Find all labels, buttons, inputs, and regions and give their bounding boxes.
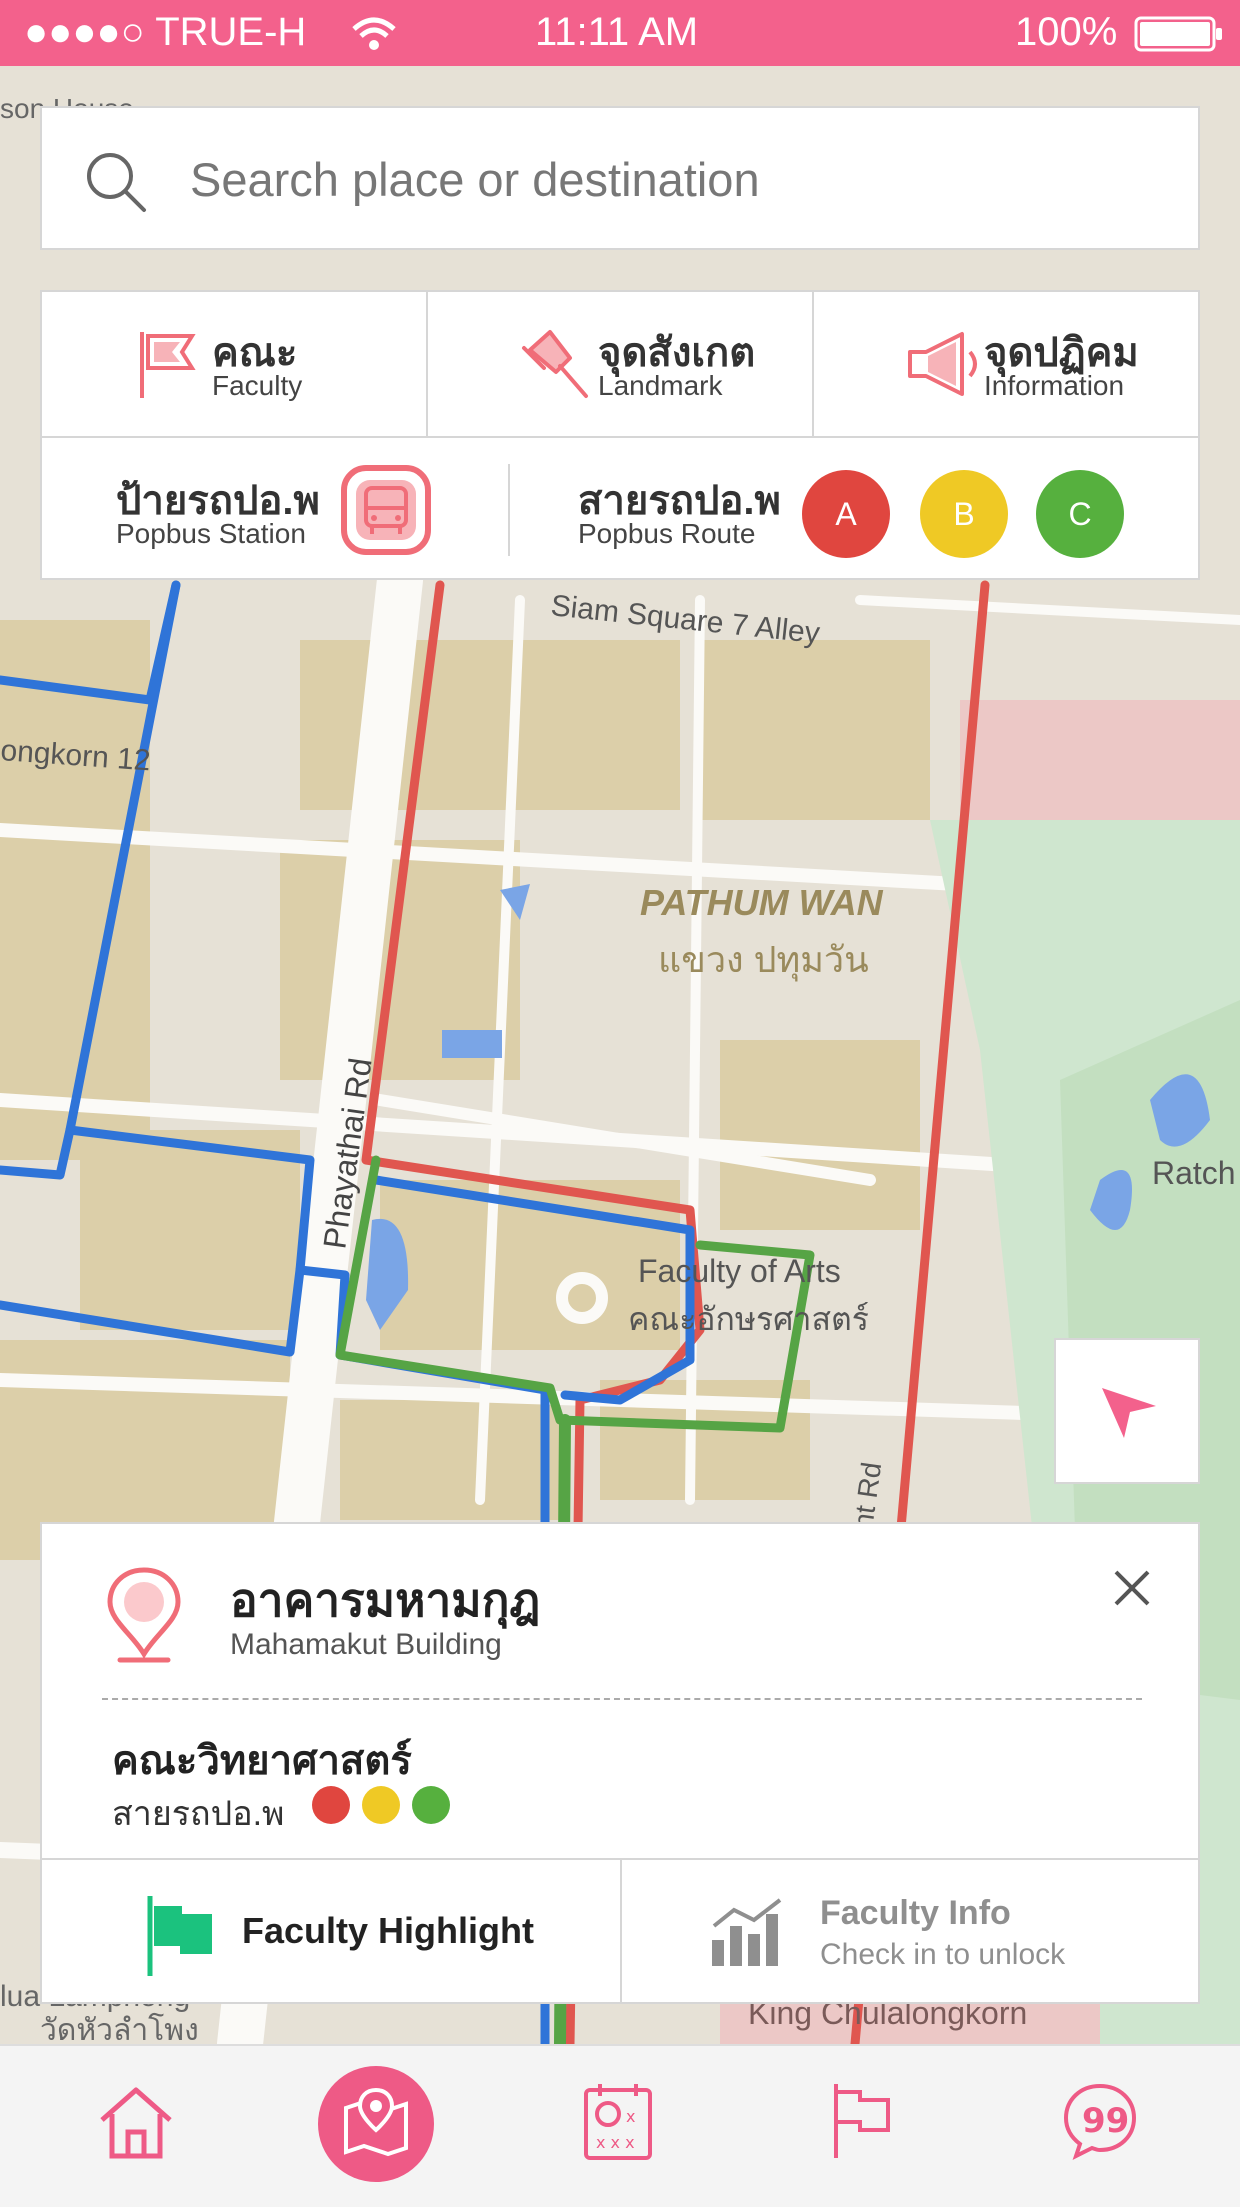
map-icon	[318, 2066, 434, 2182]
faculty-highlight-button[interactable]: Faculty Highlight	[42, 1860, 622, 2004]
faculty-name: คณะวิทยาศาสตร์	[112, 1739, 412, 1783]
search-bar[interactable]: Search place or destination	[40, 106, 1200, 250]
faculty-info-title: Faculty Info	[820, 1894, 1011, 1932]
map-label-pathum-en: PATHUM WAN	[640, 882, 884, 923]
search-input[interactable]: Search place or destination	[190, 152, 760, 207]
route-label: สายรถปอ.พ	[112, 1795, 285, 1833]
place-actions: Faculty Highlight Faculty Info Check in …	[42, 1858, 1198, 2004]
route-dot-b	[362, 1786, 400, 1824]
bus-station-en: Popbus Station	[116, 518, 306, 549]
bar-chart-icon	[712, 1898, 782, 1966]
megaphone-icon	[908, 332, 977, 396]
category-panel: คณะ Faculty จุดสังเกต Landmark จุดปฏิคม …	[40, 290, 1200, 580]
tab-chat[interactable]: 99	[1060, 2080, 1140, 2165]
schedule-icon: x x x x	[584, 2084, 652, 2160]
place-subtitle: Mahamakut Building	[230, 1628, 502, 1661]
map-label-wat: วัดหัวลำโพง	[40, 2012, 199, 2044]
place-sheet: อาคารมหามกุฎ Mahamakut Building คณะวิทยา…	[40, 1522, 1200, 2004]
carrier-label: ●●●●○ TRUE-H	[24, 10, 307, 54]
svg-text:x x x: x x x	[596, 2133, 635, 2152]
bus-row: ป้ายรถปอ.พ Popbus Station สายรถปอ.พ Popb…	[42, 436, 1198, 582]
flag-icon	[834, 2084, 890, 2158]
flag-icon	[147, 1896, 212, 1976]
bus-stop-icon	[341, 465, 431, 555]
pushpin-icon	[522, 330, 588, 398]
tab-schedule[interactable]: x x x x	[582, 2080, 654, 2167]
divider	[508, 464, 510, 556]
category-information[interactable]: จุดปฏิคม Information	[814, 292, 1200, 436]
route-c-button[interactable]: C	[1036, 470, 1124, 558]
battery-label: 100%	[1015, 10, 1118, 54]
divider	[102, 1698, 1142, 1700]
home-icon	[100, 2087, 172, 2159]
tab-flag[interactable]	[830, 2082, 894, 2165]
category-information-en: Information	[984, 370, 1125, 401]
tab-bar: x x x x 99	[0, 2044, 1240, 2207]
faculty-info-button[interactable]: Faculty Info Check in to unlock	[620, 1860, 1198, 2004]
faculty-info-subtitle: Check in to unlock	[820, 1938, 1066, 1971]
map-label-ratch: Ratch	[1152, 1155, 1236, 1191]
bus-route-en: Popbus Route	[578, 518, 756, 549]
wifi-icon	[352, 16, 396, 61]
route-dot-a	[312, 1786, 350, 1824]
status-bar: ●●●●○ TRUE-H 11:11 AM 100%	[0, 0, 1240, 66]
route-a-button[interactable]: A	[802, 470, 890, 558]
close-icon[interactable]	[1112, 1568, 1152, 1608]
location-pin-icon	[107, 1567, 181, 1663]
tab-map[interactable]	[316, 2064, 436, 2189]
map-label-arts-th: คณะอักษรศาสตร์	[628, 1301, 869, 1337]
map-label-arts-en: Faculty of Arts	[638, 1253, 841, 1289]
svg-text:x: x	[626, 2107, 635, 2126]
flag-icon	[140, 332, 196, 398]
search-icon	[84, 150, 148, 219]
locate-button[interactable]	[1054, 1338, 1200, 1484]
map-label-pathum-th: แขวง ปทุมวัน	[658, 939, 869, 982]
category-landmark-en: Landmark	[598, 370, 723, 401]
navigation-arrow-icon	[1102, 1388, 1156, 1438]
bus-station-button[interactable]: ป้ายรถปอ.พ Popbus Station	[42, 438, 512, 582]
svg-text:99: 99	[1082, 2101, 1129, 2141]
tab-home[interactable]	[96, 2084, 176, 2165]
route-b-button[interactable]: B	[920, 470, 1008, 558]
route-dot-c	[412, 1786, 450, 1824]
quote-bubble-icon: 99	[1063, 2083, 1137, 2160]
category-faculty[interactable]: คณะ Faculty	[42, 292, 428, 436]
faculty-highlight-label: Faculty Highlight	[242, 1910, 534, 1951]
category-landmark[interactable]: จุดสังเกต Landmark	[428, 292, 814, 436]
clock: 11:11 AM	[535, 10, 699, 54]
place-title: อาคารมหามกุฎ	[230, 1574, 541, 1626]
category-faculty-en: Faculty	[212, 370, 303, 401]
battery-icon	[1134, 16, 1224, 62]
